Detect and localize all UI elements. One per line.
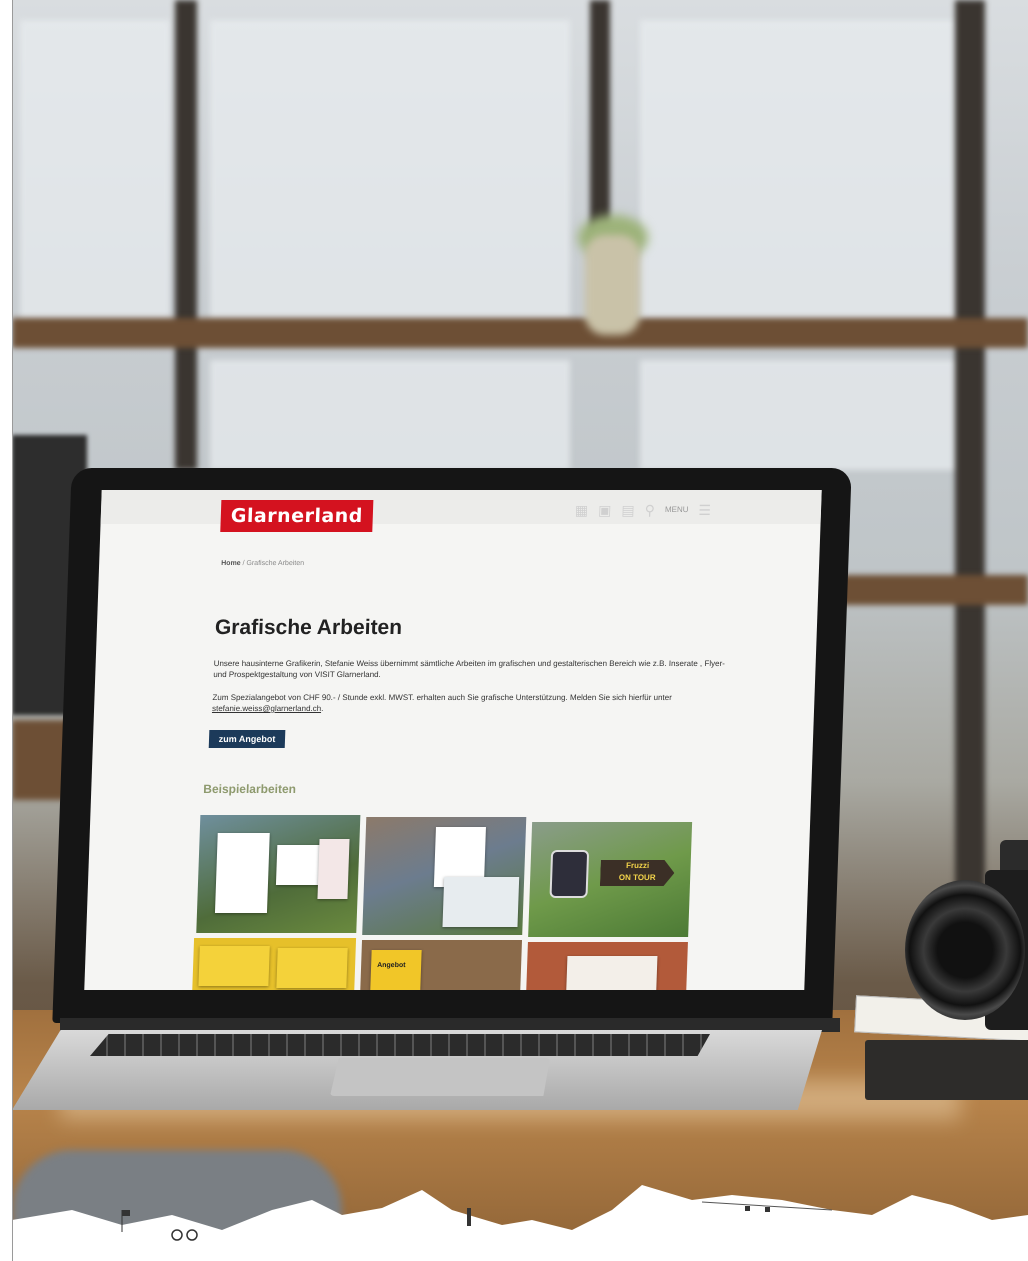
example-tile-flyers[interactable]	[196, 815, 361, 933]
black-notebook	[865, 1040, 1028, 1100]
photo-scene: Glarnerland ▦ ▣ ▤ ⚲ MENU ☰ Home / Grafis…	[0, 0, 1028, 1261]
yellow-flyer	[198, 946, 270, 986]
window-pane	[640, 360, 960, 470]
fruzzi-sign: Fruzzi ON TOUR	[600, 860, 675, 886]
laptop-trackpad	[330, 1058, 550, 1096]
wooden-shelf	[12, 318, 1028, 348]
sign-title: Fruzzi	[625, 861, 650, 870]
mountain-silhouette	[12, 1185, 1028, 1261]
menu-label[interactable]: MENU	[665, 505, 689, 519]
flyer-sheet	[214, 833, 270, 913]
offer-paragraph: Zum Spezialangebot von CHF 90.- / Stunde…	[212, 692, 733, 714]
menu-icon[interactable]: ☰	[698, 502, 711, 519]
sign-subtitle: ON TOUR	[618, 873, 656, 882]
page-title: Grafische Arbeiten	[214, 616, 403, 639]
brochure-sheet	[566, 956, 658, 990]
offer-button-label: zum Angebot	[218, 734, 276, 744]
camera	[905, 830, 1028, 1030]
section-title: Beispielarbeiten	[203, 782, 297, 796]
angebot-flyer	[370, 950, 422, 990]
plant-pot	[585, 235, 640, 335]
window-mullion	[955, 0, 985, 900]
window-pane	[20, 20, 170, 320]
example-tile-brochure-2[interactable]	[525, 942, 688, 990]
email-link[interactable]: stefanie.weiss@glarnerland.ch	[212, 704, 321, 713]
window-pane	[640, 20, 960, 320]
site-header: Glarnerland ▦ ▣ ▤ ⚲ MENU ☰	[100, 490, 822, 532]
laptop-hinge	[60, 1018, 840, 1032]
badge-logo	[549, 850, 590, 898]
hiker-icon	[467, 1208, 471, 1226]
intro-paragraph: Unsere hausinterne Grafikerin, Stefanie …	[213, 659, 726, 679]
window-pane	[210, 360, 570, 470]
brochure-sheet	[442, 877, 520, 927]
example-tile-fruzzi[interactable]: Fruzzi ON TOUR	[528, 822, 693, 937]
window-mullion	[590, 0, 610, 240]
search-icon[interactable]: ⚲	[644, 502, 655, 519]
yellow-flyer	[276, 948, 348, 988]
example-tile-angebot[interactable]: Angebot	[359, 940, 523, 990]
flyer-sheet	[275, 845, 324, 885]
map-icon[interactable]: ▤	[621, 502, 635, 519]
bed-icon[interactable]: ▦	[575, 502, 589, 519]
offer-text: Zum Spezialangebot von CHF 90.- / Stunde…	[212, 693, 672, 702]
breadcrumb-home[interactable]: Home	[221, 560, 241, 567]
example-tile-brochure[interactable]	[362, 817, 527, 935]
breadcrumb-current: Grafische Arbeiten	[246, 560, 305, 567]
camera-lens	[905, 880, 1025, 1020]
page-left-border	[0, 0, 13, 1261]
site-logo[interactable]: Glarnerland	[220, 500, 374, 532]
email-suffix: .	[321, 704, 324, 713]
example-tile-yellow[interactable]	[191, 938, 357, 990]
laptop-screen: Glarnerland ▦ ▣ ▤ ⚲ MENU ☰ Home / Grafis…	[84, 490, 822, 990]
window-mullion	[175, 0, 197, 470]
flyer-sheet	[317, 839, 350, 899]
cart-icon[interactable]: ▣	[598, 502, 612, 519]
offer-button[interactable]: zum Angebot	[208, 730, 286, 748]
window-pane	[210, 20, 570, 320]
angebot-label: Angebot	[377, 962, 406, 969]
laptop-keyboard	[90, 1034, 710, 1056]
wooden-shelf	[840, 575, 1028, 605]
site-nav-icons: ▦ ▣ ▤ ⚲ MENU ☰	[575, 502, 712, 519]
breadcrumb: Home / Grafische Arbeiten	[221, 560, 304, 567]
